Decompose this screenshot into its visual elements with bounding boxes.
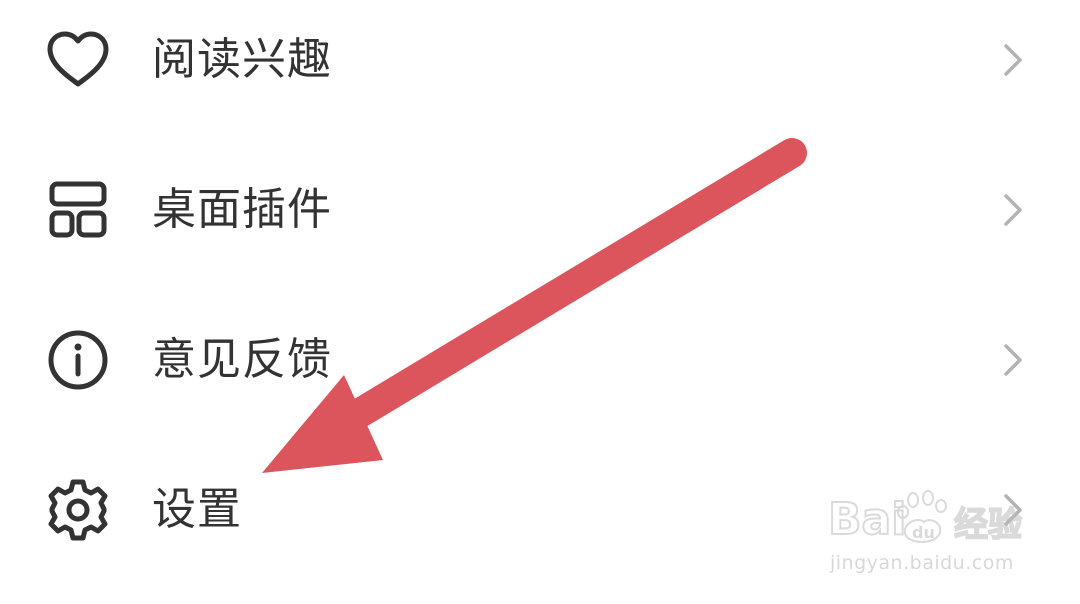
menu-item-settings[interactable]: 设置 — [0, 450, 1080, 570]
menu-item-label: 阅读兴趣 — [152, 34, 332, 85]
heart-icon — [42, 24, 114, 96]
chevron-right-icon — [992, 490, 1032, 530]
menu-item-reading-interests[interactable]: 阅读兴趣 — [0, 0, 1080, 120]
chevron-right-icon — [992, 190, 1032, 230]
menu-item-label: 桌面插件 — [152, 184, 332, 235]
menu-item-label: 意见反馈 — [152, 334, 332, 385]
widget-icon — [42, 174, 114, 246]
menu-item-label: 设置 — [152, 484, 242, 535]
chevron-right-icon — [992, 40, 1032, 80]
settings-menu-list: 阅读兴趣 桌面插件 意见反馈 设置 — [0, 0, 1080, 604]
info-icon — [42, 324, 114, 396]
gear-icon — [42, 474, 114, 546]
menu-item-feedback[interactable]: 意见反馈 — [0, 300, 1080, 420]
menu-item-desktop-widgets[interactable]: 桌面插件 — [0, 150, 1080, 270]
chevron-right-icon — [992, 340, 1032, 380]
